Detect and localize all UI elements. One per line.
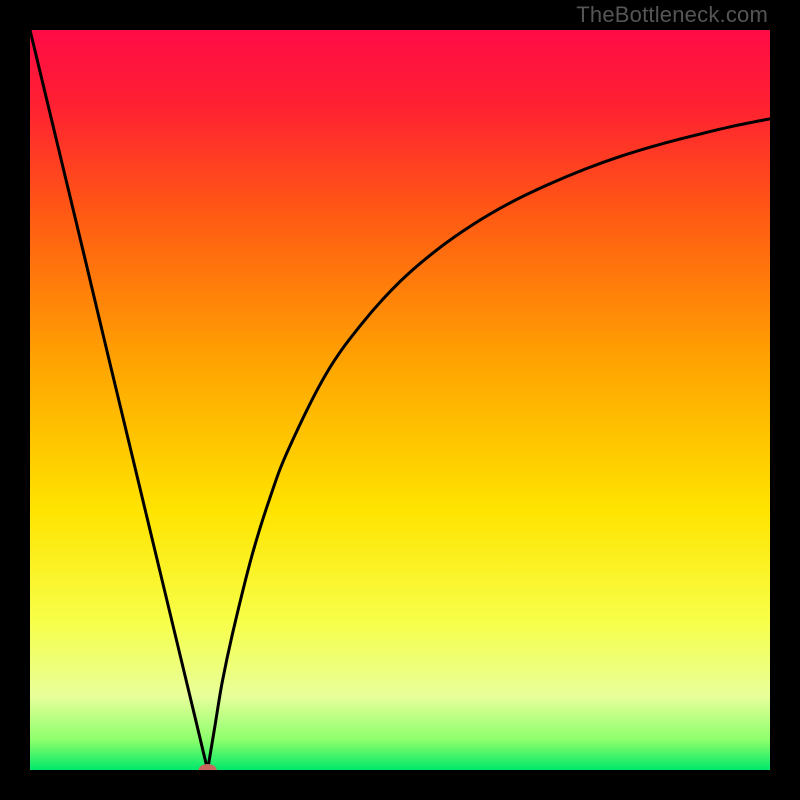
- plot-frame: [30, 30, 770, 770]
- bottleneck-chart: [30, 30, 770, 770]
- watermark-text: TheBottleneck.com: [576, 2, 768, 28]
- gradient-background: [30, 30, 770, 770]
